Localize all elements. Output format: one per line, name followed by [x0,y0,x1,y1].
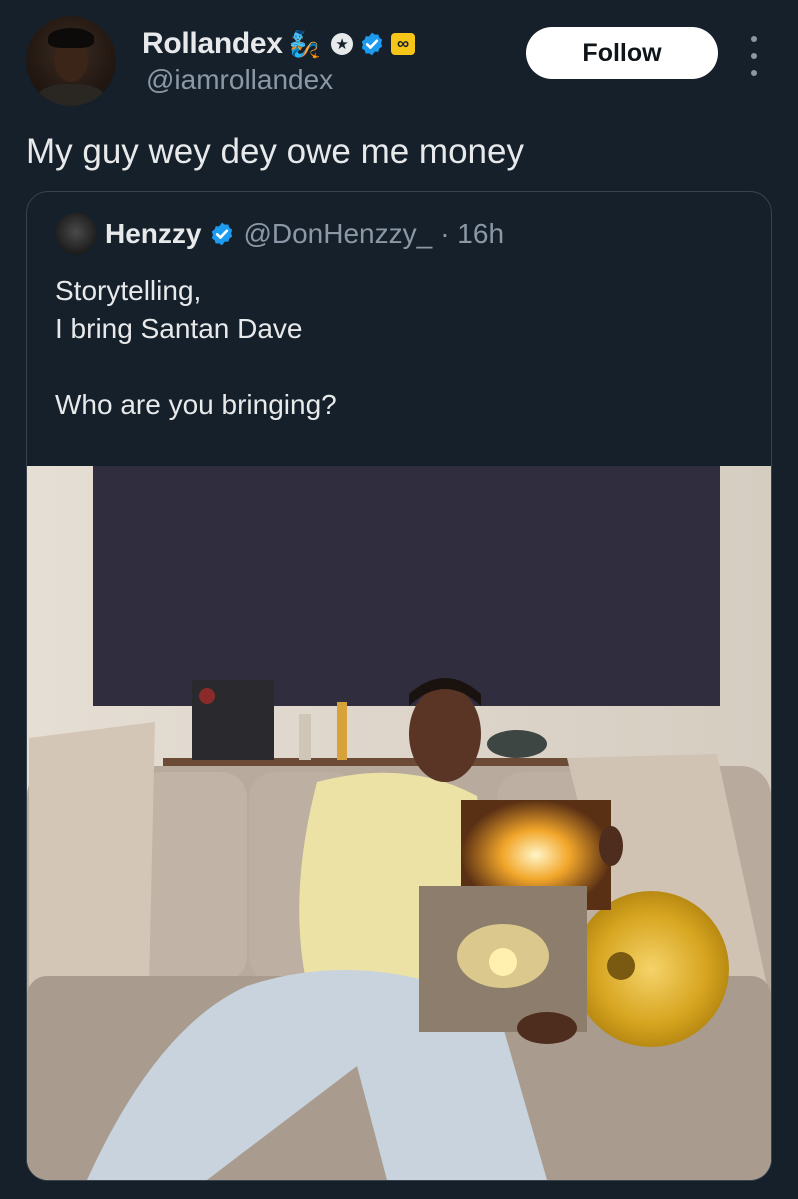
genie-emoji-icon: 🧞 [288,29,322,59]
more-dot [751,70,757,76]
author-handle[interactable]: @iamrollandex [146,64,333,96]
tweet-text: My guy wey dey owe me money [26,132,524,171]
hand [517,1012,577,1044]
record-label [199,688,215,704]
tweet: Rollandex 🧞 ★ ∞ @iamrollandex Follow My … [0,0,798,1199]
quoted-author-display-name[interactable]: Henzzy [105,218,201,250]
author-display-name[interactable]: Rollandex [142,27,283,61]
follow-button[interactable]: Follow [526,27,718,79]
more-dot [751,36,757,42]
left-pillow [29,722,155,986]
quoted-tweet-photo[interactable] [27,466,771,1180]
wall-painting-texture [93,466,720,706]
face [409,686,481,782]
quoted-author-avatar[interactable] [55,213,97,255]
candle [299,714,311,760]
hand [599,826,623,866]
author-name-row: Rollandex 🧞 ★ ∞ [142,24,416,64]
star-badge-icon[interactable]: ★ [331,33,354,55]
album-center-glow [489,948,517,976]
bowl [487,730,547,758]
quoted-tweet-text: Storytelling, I bring Santan Dave Who ar… [55,275,337,420]
infinity-badge-icon[interactable]: ∞ [391,33,416,55]
author-avatar[interactable] [26,16,116,106]
gold-vinyl [573,891,729,1047]
verified-badge-icon[interactable] [209,221,235,247]
more-options-icon[interactable] [744,36,764,76]
verified-badge-icon[interactable] [359,31,385,57]
vinyl-label [607,952,635,980]
quoted-tweet-time[interactable]: · 16h [440,218,504,250]
vase [337,702,347,760]
more-dot [751,53,757,59]
avatar-hair-shape [48,28,94,48]
photo-illustration [27,466,771,1180]
quoted-tweet-card[interactable]: Henzzy @DonHenzzy_ · 16h Storytelling, I… [26,191,772,1181]
quoted-author-handle[interactable]: @DonHenzzy_ [243,218,432,250]
quoted-tweet-header: Henzzy @DonHenzzy_ · 16h [55,213,504,255]
avatar-shirt-shape [36,84,106,106]
